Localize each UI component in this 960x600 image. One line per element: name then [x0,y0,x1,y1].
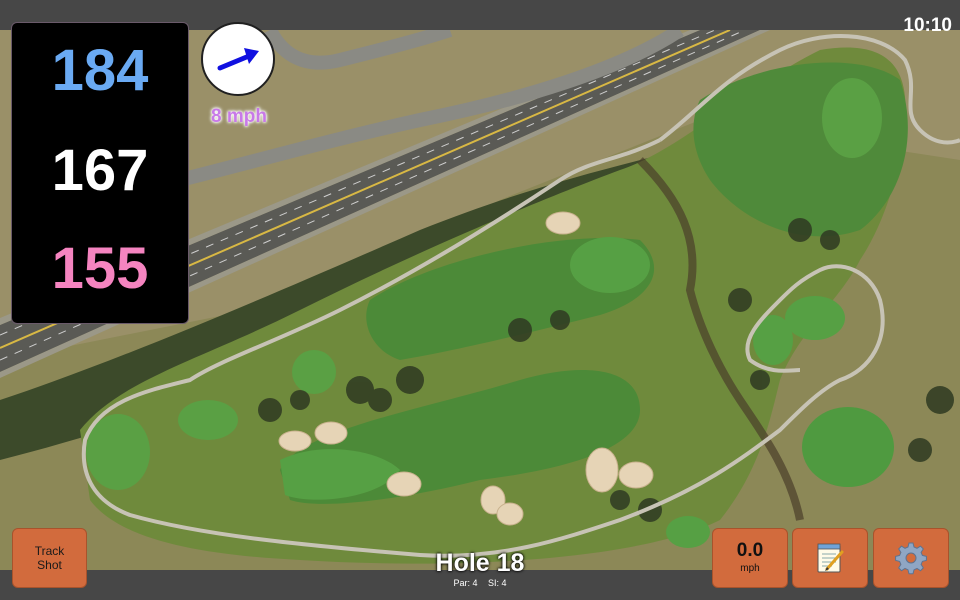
hole-stroke-index: SI: 4 [488,578,507,588]
hole-par: Par: 4 [453,578,478,588]
distance-front: 155 [51,236,149,301]
track-shot-button[interactable]: Track Shot [12,528,87,588]
gear-icon [895,542,927,575]
wind-arrow-icon [217,48,259,71]
distance-panel: 184 167 155 [11,22,189,324]
settings-button[interactable] [873,528,949,588]
wind-indicator [201,22,275,96]
track-shot-label-line1: Track [34,544,65,558]
speed-value: 0.0 [736,540,764,561]
distance-back: 184 [51,38,149,103]
notes-button[interactable] [792,528,868,588]
wind-speed-label: 8 mph [211,106,267,127]
speed-button[interactable]: 0.0 mph [712,528,788,588]
track-shot-label-line2: Shot [37,558,62,572]
speed-unit: mph [740,563,760,574]
hole-info: Par: 4 SI: 4 [380,577,580,589]
notepad-icon [817,543,844,573]
clock: 10:10 [903,15,952,36]
distance-center: 167 [51,138,149,203]
hole-title: Hole 18 [435,549,525,577]
